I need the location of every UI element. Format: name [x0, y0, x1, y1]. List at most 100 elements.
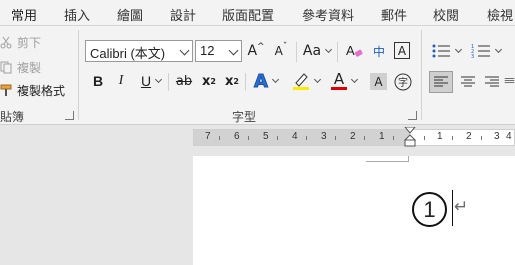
ruler-number: 3: [321, 131, 327, 142]
enclose-char-button[interactable]: A: [394, 42, 410, 59]
chevron-down-icon: [228, 45, 239, 56]
font-group-label: 字型: [232, 110, 257, 124]
align-left-button[interactable]: [429, 71, 453, 93]
cut-button[interactable]: 剪下: [0, 34, 41, 51]
ruler-tick: [393, 136, 394, 140]
chevron-down-icon: [179, 45, 190, 56]
numbering-button[interactable]: 123: [468, 40, 504, 62]
font-launcher-icon[interactable]: [408, 111, 417, 120]
svg-text:3: 3: [471, 54, 474, 59]
underline-icon: U: [140, 73, 152, 89]
font-name-dropdown[interactable]: Calibri (本文): [85, 40, 193, 62]
font-size-dropdown[interactable]: 12: [195, 40, 242, 62]
divider: [245, 73, 246, 91]
ruler-number: 4: [292, 131, 298, 142]
paintbrush-icon: [0, 84, 13, 97]
ruler-number: 4: [506, 131, 512, 142]
phonetic-guide-icon: 中: [372, 44, 385, 59]
change-case-icon: Aa: [302, 43, 322, 59]
phonetic-guide-button[interactable]: 中: [369, 40, 389, 62]
bullets-button[interactable]: [428, 40, 464, 62]
tab-layout[interactable]: 版面配置: [222, 5, 274, 24]
divider: [337, 42, 338, 62]
svg-text:字: 字: [398, 76, 408, 89]
svg-text:A: A: [346, 43, 355, 58]
align-right-icon: [485, 76, 499, 87]
justify-button[interactable]: [504, 71, 515, 93]
margin-corner-mark: [366, 161, 408, 162]
tab-mailings[interactable]: 郵件: [381, 5, 407, 24]
tab-design[interactable]: 設計: [170, 5, 196, 24]
enclose-characters-button[interactable]: 字: [393, 71, 413, 93]
character-shading-button[interactable]: A: [370, 73, 387, 90]
font-name-value: Calibri (本文): [90, 46, 166, 61]
ruler-margin-area: [194, 130, 410, 145]
align-center-icon: [461, 76, 475, 87]
format-painter-label: 複製格式: [17, 84, 66, 98]
subscript-mark: 2: [210, 76, 216, 86]
clipboard-launcher-icon[interactable]: [65, 111, 74, 120]
highlight-color-button[interactable]: [289, 70, 323, 92]
change-case-button[interactable]: Aa: [300, 40, 334, 62]
grow-font-icon: A: [247, 43, 258, 59]
tab-view[interactable]: 檢視: [487, 5, 513, 24]
font-color-button[interactable]: A: [331, 70, 359, 92]
strikethrough-button[interactable]: ab: [173, 70, 195, 92]
ruler-tick: [481, 136, 482, 140]
clear-formatting-button[interactable]: A: [344, 40, 364, 62]
tab-review[interactable]: 校閱: [433, 5, 459, 24]
ribbon-tab-bar: 常用 插入 繪圖 設計 版面配置 參考資料 郵件 校閱 檢視: [0, 0, 515, 29]
ruler-tick: [335, 136, 336, 140]
ruler-tick: [248, 136, 249, 140]
indent-marker-icon[interactable]: [404, 127, 416, 149]
group-divider: [78, 30, 79, 120]
highlighter-icon: [293, 73, 309, 90]
text-cursor: [452, 190, 453, 226]
copy-button[interactable]: 複製: [0, 59, 41, 76]
horizontal-ruler[interactable]: 7 6 5 4 3 2 1 1 2 3 4: [193, 127, 515, 149]
chevron-down-icon: [494, 45, 503, 54]
ruler-number: 2: [466, 131, 472, 142]
chevron-down-icon: [155, 75, 163, 84]
paragraph-mark-icon: ↵: [454, 197, 469, 217]
font-color-icon: A: [331, 72, 347, 90]
margin-corner-mark: [408, 156, 409, 162]
superscript-mark: 2: [233, 76, 239, 86]
clipboard-group-label: 貼簿: [0, 110, 25, 124]
align-center-button[interactable]: [456, 71, 480, 93]
text-effects-icon: A: [254, 70, 269, 92]
document-page[interactable]: 1 ↵: [193, 156, 515, 265]
ruler-number: 2: [350, 131, 356, 142]
subscript-button[interactable]: x2: [200, 70, 218, 92]
tab-draw[interactable]: 繪圖: [117, 5, 143, 24]
tab-references[interactable]: 參考資料: [302, 5, 354, 24]
enclose-char-icon: A: [397, 43, 407, 58]
text-effects-button[interactable]: A: [251, 70, 281, 92]
chevron-down-icon: [271, 75, 280, 84]
ruler-number: 1: [379, 131, 385, 142]
format-painter-button[interactable]: 複製格式: [0, 82, 65, 99]
copy-icon: [0, 61, 13, 74]
ruler-number: 7: [205, 131, 211, 142]
shrink-font-button[interactable]: Aˇ: [271, 40, 291, 62]
superscript-icon: x: [225, 73, 234, 89]
ruler-number: 1: [437, 131, 443, 142]
superscript-button[interactable]: x2: [223, 70, 241, 92]
numbered-list-icon: 123: [471, 44, 490, 59]
ruler-number: 6: [234, 131, 240, 142]
bold-button[interactable]: B: [90, 70, 106, 92]
ruler-tick: [452, 136, 453, 140]
ruler-tick: [277, 136, 278, 140]
font-color-swatch: [331, 87, 347, 90]
ruler-tick: [219, 136, 220, 140]
grow-font-button[interactable]: A ^: [246, 40, 266, 62]
italic-button[interactable]: I: [113, 70, 129, 92]
scissors-icon: [0, 36, 13, 49]
tab-home[interactable]: 常用: [11, 5, 38, 29]
underline-button[interactable]: U: [136, 70, 166, 92]
cut-label: 剪下: [17, 36, 42, 50]
align-right-button[interactable]: [480, 71, 504, 93]
align-left-icon: [434, 76, 448, 87]
tab-insert[interactable]: 插入: [64, 5, 90, 24]
circled-number: 1: [412, 192, 447, 227]
